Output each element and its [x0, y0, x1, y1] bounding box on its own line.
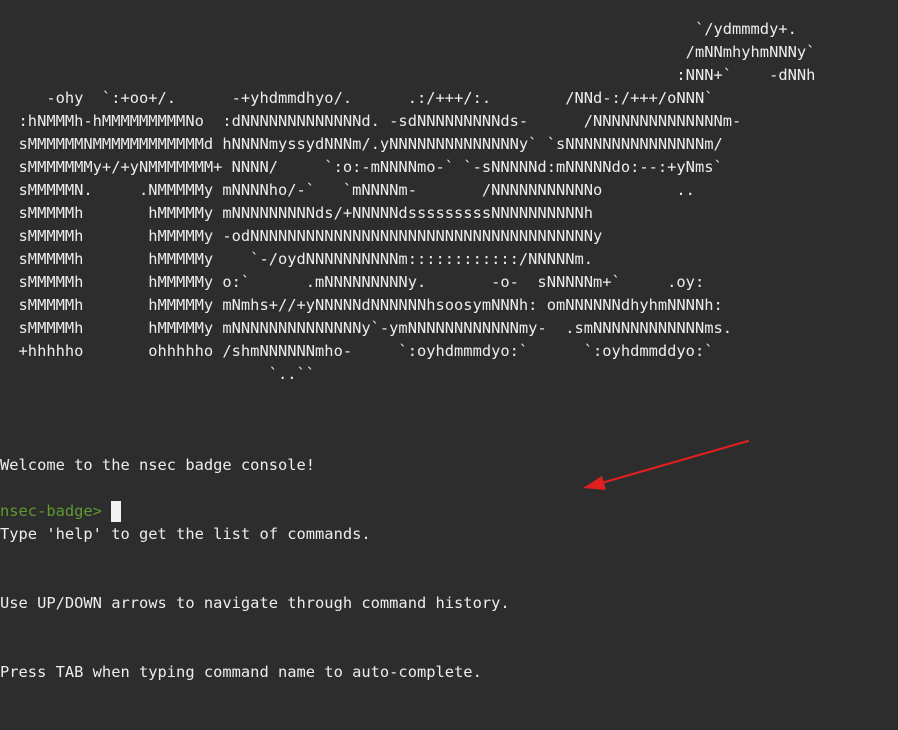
command-prompt-line[interactable]: nsec-badge> [0, 500, 121, 523]
text-cursor [110, 501, 121, 522]
welcome-message: Welcome to the nsec badge console! Type … [0, 408, 510, 730]
arrow-shaft [596, 439, 750, 486]
welcome-line-autocomplete: Press TAB when typing command name to au… [0, 663, 482, 681]
welcome-line-title: Welcome to the nsec badge console! [0, 456, 316, 474]
terminal-window[interactable]: `/ydmmmdy+. /mNNmhyhmNNNy` :NNN+` -dNNh … [0, 0, 898, 681]
welcome-line-help: Type 'help' to get the list of commands. [0, 525, 371, 543]
prompt-label: nsec-badge> [0, 502, 102, 520]
welcome-line-history: Use UP/DOWN arrows to navigate through c… [0, 594, 510, 612]
nsec-ascii-logo: `/ydmmmdy+. /mNNmhyhmNNNy` :NNN+` -dNNh … [18, 20, 816, 383]
arrow-head-icon [583, 476, 606, 490]
